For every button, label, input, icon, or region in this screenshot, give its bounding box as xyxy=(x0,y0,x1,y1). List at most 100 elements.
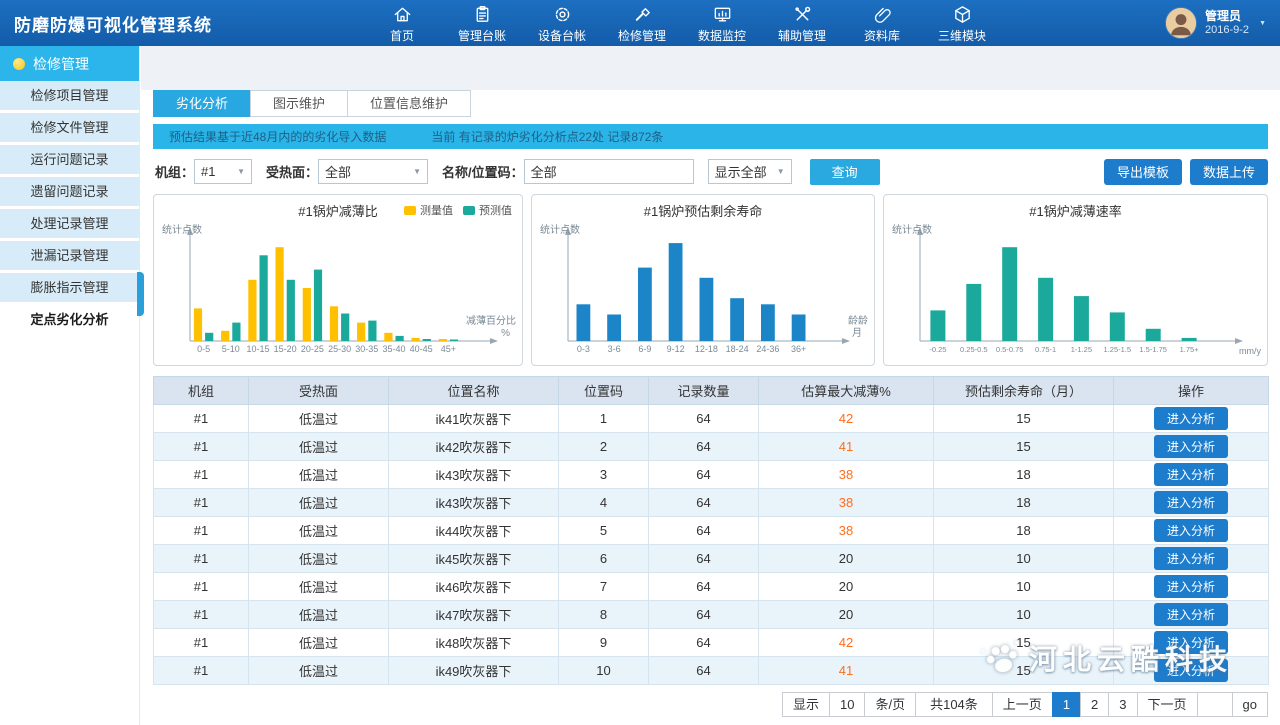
svg-text:-0.25: -0.25 xyxy=(929,345,946,354)
nav-item-equipment[interactable]: 设备台帐 xyxy=(522,2,602,44)
page-button-1[interactable]: 1 xyxy=(1052,692,1081,717)
tab-degradation-analysis[interactable]: 劣化分析 xyxy=(153,90,251,117)
thinning-cell: 41 xyxy=(759,433,934,461)
name-filter-label: 名称/位置码： xyxy=(442,162,524,181)
surface-select[interactable]: 全部 ▼ xyxy=(318,159,428,184)
goto-button[interactable]: go xyxy=(1232,692,1268,717)
enter-analysis-button[interactable]: 进入分析 xyxy=(1154,491,1228,514)
goto-page-input[interactable] xyxy=(1197,692,1233,717)
enter-analysis-button[interactable]: 进入分析 xyxy=(1154,603,1228,626)
table-body: #1低温过ik41吹灰器下1644215进入分析#1低温过ik42吹灰器下264… xyxy=(154,405,1269,685)
nav-item-repair[interactable]: 检修管理 xyxy=(602,2,682,44)
sidebar-module-header[interactable]: 检修管理 xyxy=(0,46,139,81)
page-size-value[interactable]: 10 xyxy=(829,692,865,717)
svg-text:0.25-0.5: 0.25-0.5 xyxy=(960,345,988,354)
chart-title: #1锅炉预估剩余寿命 xyxy=(644,204,762,219)
nav-item-aux[interactable]: 辅助管理 xyxy=(762,2,842,44)
total-count: 共104条 xyxy=(915,692,993,717)
repair-hammer-icon xyxy=(632,4,653,25)
next-page-button[interactable]: 下一页 xyxy=(1137,692,1198,717)
location-cell: ik48吹灰器下 xyxy=(389,629,559,657)
code-cell: 6 xyxy=(559,545,649,573)
main-nav: 首页 管理台账 设备台帐 检修管理 xyxy=(362,2,1002,44)
pagination: 显示 10 条/页 共104条 上一页 1 2 3 下一页 go xyxy=(783,692,1268,717)
life-cell: 15 xyxy=(934,433,1114,461)
chart-panel-thinning-ratio: #1锅炉减薄比 测量值预测值 统计点数减薄百分比%0-55-1010-1515-… xyxy=(153,194,523,366)
enter-analysis-button[interactable]: 进入分析 xyxy=(1154,407,1228,430)
enter-analysis-button[interactable]: 进入分析 xyxy=(1154,435,1228,458)
sidebar-item-handling-records[interactable]: 处理记录管理 xyxy=(0,209,139,238)
sidebar-collapse-handle[interactable] xyxy=(137,272,144,316)
records-cell: 64 xyxy=(649,601,759,629)
svg-text:6-9: 6-9 xyxy=(638,344,651,354)
unit-select[interactable]: #1 ▼ xyxy=(194,159,252,184)
paperclip-icon xyxy=(872,4,893,25)
svg-text:18-24: 18-24 xyxy=(726,344,749,354)
unit-cell: #1 xyxy=(154,573,249,601)
surface-cell: 低温过 xyxy=(249,545,389,573)
nav-item-monitor[interactable]: 数据监控 xyxy=(682,2,762,44)
sidebar-item-run-issues[interactable]: 运行问题记录 xyxy=(0,145,139,174)
action-cell: 进入分析 xyxy=(1114,601,1269,629)
sidebar-item-spot-degradation[interactable]: 定点劣化分析 xyxy=(0,305,139,334)
legend-swatch-icon xyxy=(463,206,475,215)
life-cell: 18 xyxy=(934,489,1114,517)
sidebar-item-leak-records[interactable]: 泄漏记录管理 xyxy=(0,241,139,270)
per-page-label: 条/页 xyxy=(864,692,916,717)
svg-text:40-45: 40-45 xyxy=(410,344,433,354)
location-cell: ik42吹灰器下 xyxy=(389,433,559,461)
name-code-input[interactable] xyxy=(524,159,694,184)
table-row: #1低温过ik41吹灰器下1644215进入分析 xyxy=(154,405,1269,433)
code-cell: 10 xyxy=(559,657,649,685)
page-button-2[interactable]: 2 xyxy=(1080,692,1109,717)
records-cell: 64 xyxy=(649,489,759,517)
nav-item-3d[interactable]: 三维模块 xyxy=(922,2,1002,44)
ledger-icon xyxy=(472,4,493,25)
sidebar-item-project-mgmt[interactable]: 检修项目管理 xyxy=(0,81,139,110)
surface-cell: 低温过 xyxy=(249,573,389,601)
code-cell: 3 xyxy=(559,461,649,489)
sidebar-module-label: 检修管理 xyxy=(33,54,89,74)
prev-page-button[interactable]: 上一页 xyxy=(992,692,1053,717)
enter-analysis-button[interactable]: 进入分析 xyxy=(1154,519,1228,542)
life-cell: 10 xyxy=(934,545,1114,573)
export-template-button[interactable]: 导出模板 xyxy=(1104,159,1182,185)
thinning-cell: 42 xyxy=(759,405,934,433)
svg-text:0-3: 0-3 xyxy=(577,344,590,354)
action-cell: 进入分析 xyxy=(1114,629,1269,657)
nav-item-label: 检修管理 xyxy=(618,27,666,44)
nav-item-home[interactable]: 首页 xyxy=(362,2,442,44)
surface-cell: 低温过 xyxy=(249,433,389,461)
sidebar-item-file-mgmt[interactable]: 检修文件管理 xyxy=(0,113,139,142)
surface-select-value: 全部 xyxy=(325,162,351,181)
enter-analysis-button[interactable]: 进入分析 xyxy=(1154,575,1228,598)
svg-text:12-18: 12-18 xyxy=(695,344,718,354)
nav-item-ledger[interactable]: 管理台账 xyxy=(442,2,522,44)
enter-analysis-button[interactable]: 进入分析 xyxy=(1154,631,1228,654)
svg-text:15-20: 15-20 xyxy=(274,344,297,354)
svg-text:1-1.25: 1-1.25 xyxy=(1071,345,1092,354)
notice-left-text: 预估结果基于近48月内的的劣化导入数据 xyxy=(169,128,386,145)
user-name: 管理员 xyxy=(1205,9,1249,24)
column-header: 受热面 xyxy=(249,377,389,405)
enter-analysis-button[interactable]: 进入分析 xyxy=(1154,463,1228,486)
enter-analysis-button[interactable]: 进入分析 xyxy=(1154,659,1228,682)
data-upload-button[interactable]: 数据上传 xyxy=(1190,159,1268,185)
tools-icon xyxy=(792,4,813,25)
tab-diagram-maintenance[interactable]: 图示维护 xyxy=(250,90,348,117)
page-button-3[interactable]: 3 xyxy=(1108,692,1137,717)
display-select[interactable]: 显示全部 ▼ xyxy=(708,159,792,184)
sidebar-item-legacy-issues[interactable]: 遗留问题记录 xyxy=(0,177,139,206)
tab-location-info[interactable]: 位置信息维护 xyxy=(347,90,471,117)
nav-item-library[interactable]: 资料库 xyxy=(842,2,922,44)
unit-cell: #1 xyxy=(154,461,249,489)
nav-item-label: 设备台帐 xyxy=(538,27,586,44)
chart-panel-remaining-life: #1锅炉预估剩余寿命 统计点数龄龄月0-33-66-99-1212-1818-2… xyxy=(531,194,875,366)
user-info[interactable]: 管理员 2016-9-2 ▼ xyxy=(1165,7,1266,39)
code-cell: 8 xyxy=(559,601,649,629)
svg-text:20-25: 20-25 xyxy=(301,344,324,354)
sidebar-item-expansion-indicator[interactable]: 膨胀指示管理 xyxy=(0,273,139,302)
search-button[interactable]: 查询 xyxy=(810,159,880,185)
enter-analysis-button[interactable]: 进入分析 xyxy=(1154,547,1228,570)
sidebar: 检修管理 检修项目管理 检修文件管理 运行问题记录 遗留问题记录 处理记录管理 … xyxy=(0,46,140,725)
